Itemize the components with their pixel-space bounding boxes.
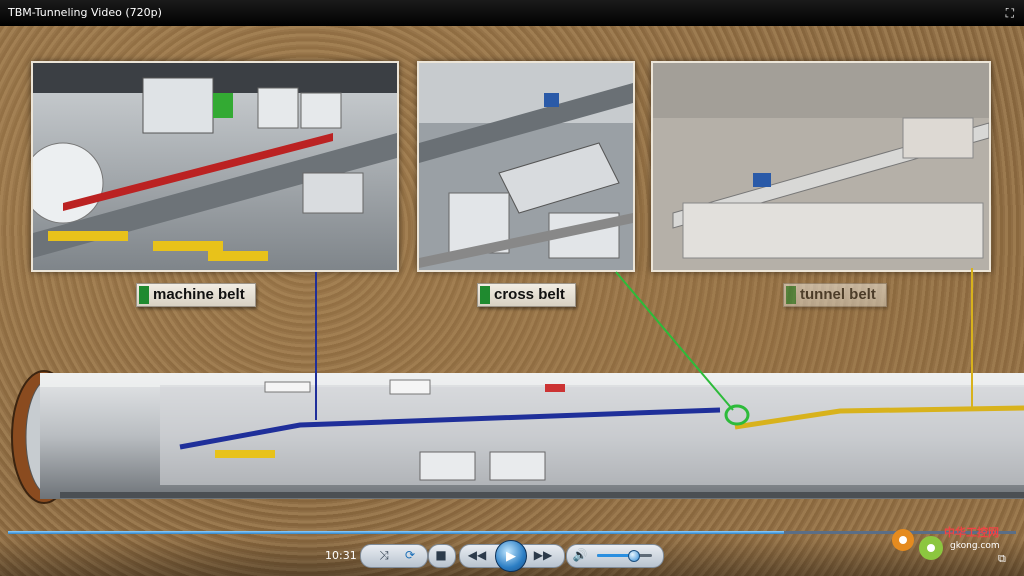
tbm-cutaway bbox=[11, 268, 1024, 504]
shuffle-icon[interactable]: ⤨ bbox=[375, 546, 393, 564]
stop-icon[interactable]: ■ bbox=[432, 546, 450, 564]
seek-bar-fill bbox=[8, 531, 785, 534]
expand-icon[interactable]: ⧉ bbox=[998, 552, 1006, 566]
watermark-url: gkong.com bbox=[950, 541, 1000, 551]
time-display: 10:31 bbox=[325, 549, 357, 562]
watermark-site-name: 中华工控网 bbox=[944, 527, 999, 539]
play-icon[interactable]: ▶ bbox=[495, 540, 527, 572]
seek-bar[interactable] bbox=[8, 531, 1016, 534]
fast-forward-icon[interactable]: ▶▶ bbox=[533, 546, 553, 564]
repeat-icon[interactable]: ⟳ bbox=[401, 546, 419, 564]
volume-slider[interactable] bbox=[597, 554, 652, 557]
rewind-icon[interactable]: ◀◀ bbox=[467, 546, 487, 564]
volume-knob[interactable] bbox=[627, 550, 640, 562]
speaker-icon[interactable]: 🔊 bbox=[571, 546, 589, 564]
